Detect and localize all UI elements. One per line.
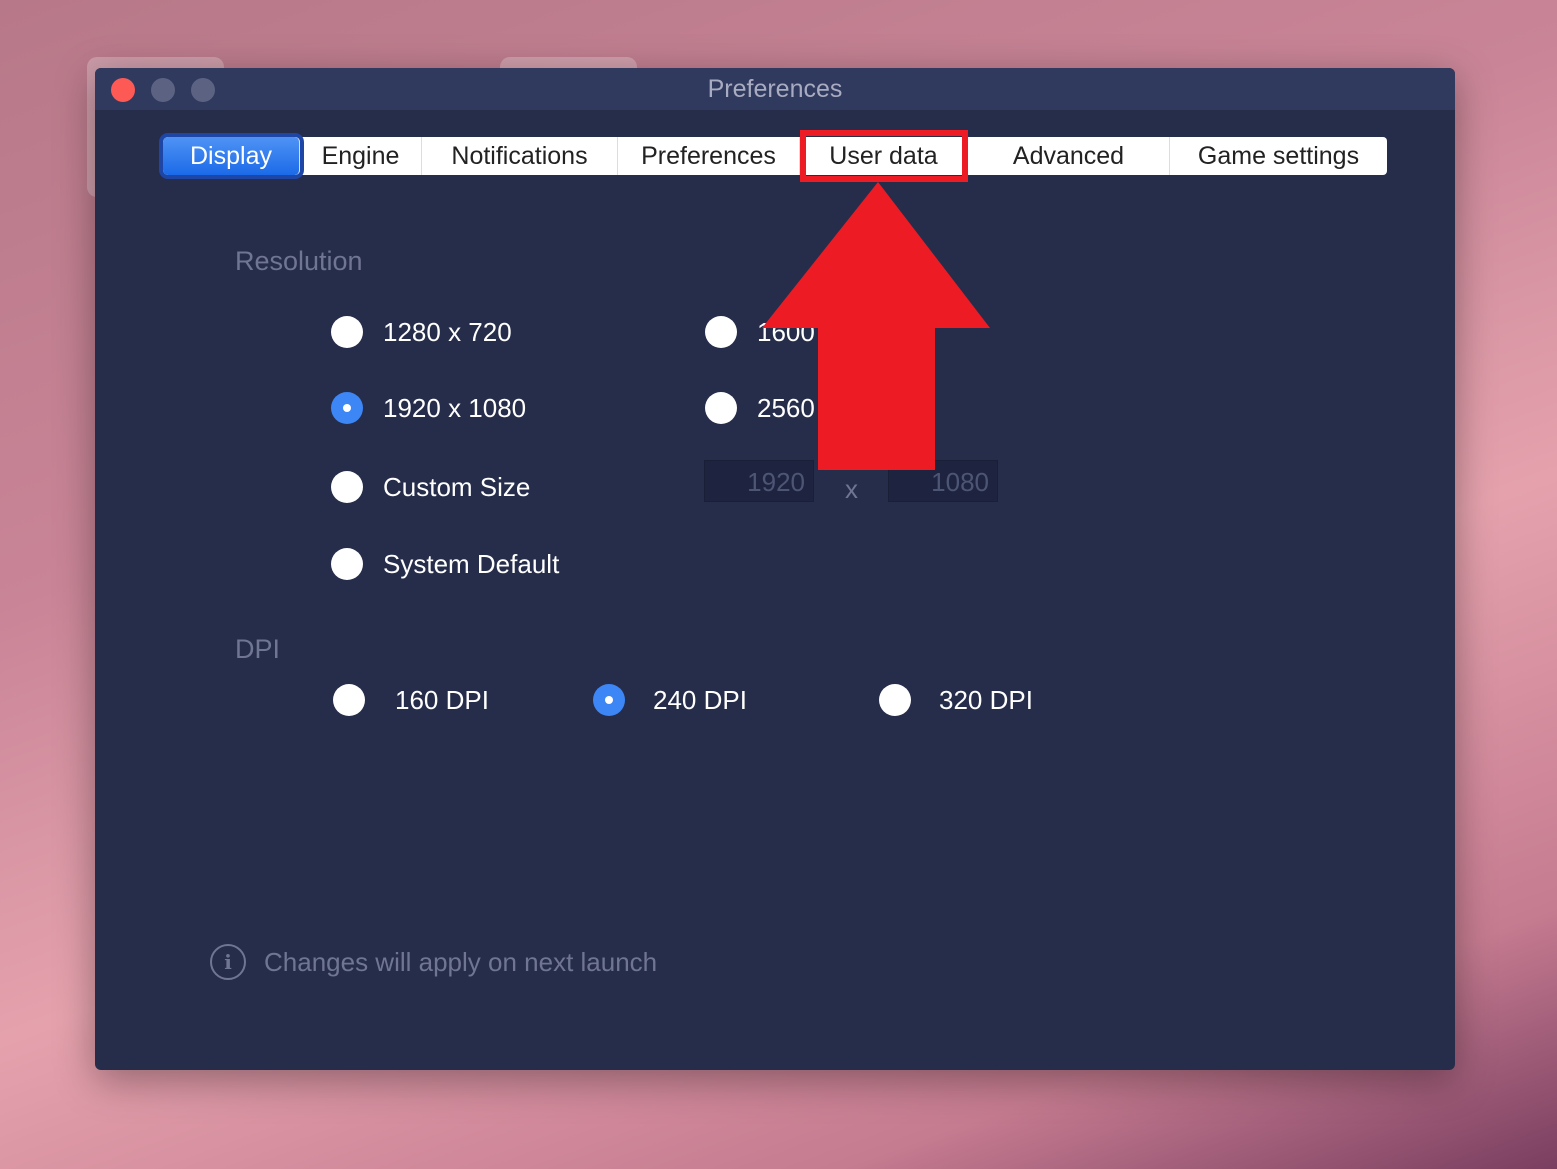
arrow-shape	[762, 182, 990, 470]
red-arrow-annotation	[762, 182, 990, 470]
